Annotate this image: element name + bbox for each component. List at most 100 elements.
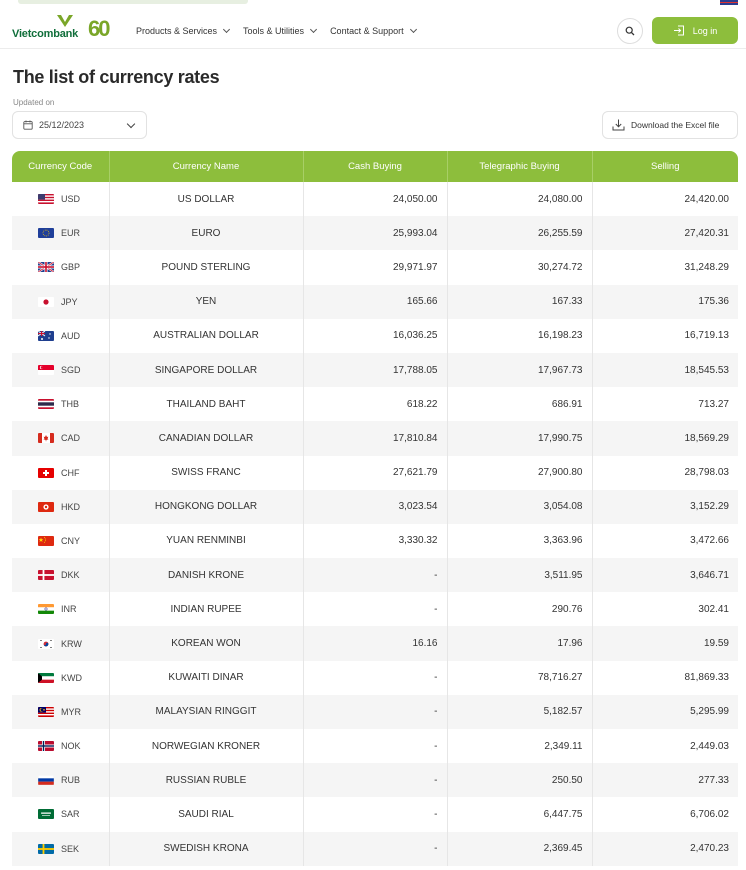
cell-currency-name: SINGAPORE DOLLAR bbox=[109, 352, 304, 388]
cell-cash-buying: 17,788.05 bbox=[303, 352, 448, 388]
cell-currency-code: DKK bbox=[12, 558, 110, 593]
currency-code: KWD bbox=[61, 672, 82, 683]
sek-flag-icon bbox=[38, 843, 54, 854]
top-strip-bar bbox=[18, 0, 248, 4]
cell-selling: 18,569.29 bbox=[592, 421, 738, 456]
table-row: KRW KOREAN WON 16.16 17.96 19.59 bbox=[12, 626, 738, 661]
date-picker[interactable]: 25/12/2023 bbox=[12, 111, 147, 139]
cell-telegraphic-buying: 17,990.75 bbox=[447, 421, 593, 456]
cell-cash-buying: - bbox=[303, 694, 448, 729]
cell-cash-buying: - bbox=[303, 660, 448, 695]
cell-telegraphic-buying: 26,255.59 bbox=[447, 216, 593, 251]
brand-mark-icon bbox=[57, 15, 73, 27]
table-row: USD US DOLLAR 24,050.00 24,080.00 24,420.00 bbox=[12, 182, 738, 217]
nav-item-label: Products & Services bbox=[136, 26, 218, 36]
cny-flag-icon bbox=[38, 535, 54, 546]
eur-flag-icon bbox=[38, 228, 54, 239]
cell-currency-name: YEN bbox=[109, 284, 304, 319]
cell-currency-code: JPY bbox=[12, 284, 110, 319]
anniversary-mark: 60 bbox=[88, 16, 111, 41]
cell-telegraphic-buying: 27,900.80 bbox=[447, 455, 593, 490]
language-flag-icon[interactable] bbox=[720, 0, 738, 5]
cell-selling: 3,646.71 bbox=[592, 558, 738, 593]
table-row: SAR SAUDI RIAL -6,447.75 6,706.02 bbox=[12, 797, 738, 832]
page-title: The list of currency rates bbox=[13, 67, 220, 87]
cell-currency-code: EUR bbox=[12, 216, 110, 251]
cell-currency-code: CHF bbox=[12, 455, 110, 490]
updated-label: Updated on bbox=[13, 98, 55, 107]
currency-code: MYR bbox=[61, 706, 81, 717]
currency-code: JPY bbox=[61, 296, 78, 307]
cell-currency-code: AUD bbox=[12, 318, 110, 353]
brand-name: Vietcombank bbox=[12, 28, 79, 40]
currency-code: GBP bbox=[61, 262, 81, 273]
site-header: Vietcombank 60 Products & Services Tools… bbox=[0, 6, 746, 49]
cell-telegraphic-buying: 78,716.27 bbox=[447, 660, 593, 695]
cell-cash-buying: 165.66 bbox=[303, 284, 448, 319]
thb-flag-icon bbox=[38, 399, 54, 410]
cell-telegraphic-buying: 167.33 bbox=[447, 284, 593, 319]
cell-currency-name: POUND STERLING bbox=[109, 250, 304, 285]
cell-selling: 81,869.33 bbox=[592, 660, 738, 695]
cell-selling: 28,798.03 bbox=[592, 455, 738, 490]
cell-currency-name: INDIAN RUPEE bbox=[109, 592, 304, 627]
cell-currency-code: SAR bbox=[12, 797, 110, 832]
cell-telegraphic-buying: 30,274.72 bbox=[447, 250, 593, 285]
cell-currency-name: HONGKONG DOLLAR bbox=[109, 489, 304, 524]
cell-currency-name: YUAN RENMINBI bbox=[109, 523, 304, 559]
column-header-name: Currency Name bbox=[109, 151, 304, 182]
nav-item-contact[interactable]: Contact & Support bbox=[330, 25, 417, 36]
brand-logo[interactable]: Vietcombank 60 bbox=[12, 14, 117, 44]
date-value: 25/12/2023 bbox=[39, 120, 85, 130]
cell-cash-buying: - bbox=[303, 592, 448, 627]
currency-code: HKD bbox=[61, 501, 81, 512]
currency-rates-table: Currency Code Currency Name Cash Buying … bbox=[12, 151, 738, 866]
myr-flag-icon bbox=[38, 706, 54, 717]
cell-telegraphic-buying: 5,182.57 bbox=[447, 694, 593, 729]
nav-item-label: Contact & Support bbox=[330, 26, 404, 36]
download-excel-button[interactable]: Download the Excel file bbox=[602, 111, 738, 139]
table-row: AUD AUSTRALIAN DOLLAR 16,036.25 16,198.23 16… bbox=[12, 318, 738, 353]
currency-code: SEK bbox=[61, 843, 80, 854]
search-button[interactable] bbox=[617, 18, 643, 44]
cell-selling: 18,545.53 bbox=[592, 352, 738, 388]
login-button[interactable]: Log in bbox=[652, 17, 738, 44]
cell-selling: 2,449.03 bbox=[592, 729, 738, 764]
currency-code: INR bbox=[61, 604, 77, 615]
cell-currency-code: GBP bbox=[12, 250, 110, 285]
cell-selling: 175.36 bbox=[592, 284, 738, 319]
chevron-down-icon bbox=[409, 25, 417, 34]
column-header-cash-buying: Cash Buying bbox=[303, 151, 448, 182]
cell-selling: 277.33 bbox=[592, 763, 738, 798]
cell-telegraphic-buying: 290.76 bbox=[447, 592, 593, 627]
cell-currency-code: USD bbox=[12, 182, 110, 217]
table-header-row: Currency Code Currency Name Cash Buying … bbox=[12, 151, 738, 182]
cell-currency-name: NORWEGIAN KRONER bbox=[109, 729, 304, 764]
table-row: GBP POUND STERLING 29,971.97 30,274.72 31,24… bbox=[12, 250, 738, 285]
table-row: KWD KUWAITI DINAR -78,716.27 81,869.33 bbox=[12, 660, 738, 695]
cell-cash-buying: 3,023.54 bbox=[303, 489, 448, 524]
table-row: SEK SWEDISH KRONA -2,369.45 2,470.23 bbox=[12, 831, 738, 866]
main-nav: Products & Services Tools & Utilities Co… bbox=[136, 25, 417, 36]
cell-cash-buying: - bbox=[303, 558, 448, 593]
nav-item-products[interactable]: Products & Services bbox=[136, 25, 231, 36]
currency-code: THB bbox=[61, 399, 79, 410]
cell-currency-name: CANADIAN DOLLAR bbox=[109, 421, 304, 456]
cell-telegraphic-buying: 6,447.75 bbox=[447, 797, 593, 832]
cell-currency-name: DANISH KRONE bbox=[109, 558, 304, 593]
currency-code: AUD bbox=[61, 330, 81, 341]
cell-selling: 27,420.31 bbox=[592, 216, 738, 251]
table-row: DKK DANISH KRONE -3,511.95 3,646.71 bbox=[12, 558, 738, 593]
nav-item-tools[interactable]: Tools & Utilities bbox=[243, 25, 318, 36]
currency-code: USD bbox=[61, 194, 81, 205]
cell-currency-name: RUSSIAN RUBLE bbox=[109, 763, 304, 798]
cell-telegraphic-buying: 2,349.11 bbox=[447, 729, 593, 764]
table-row: CHF SWISS FRANC 27,621.79 27,900.80 28,798.0… bbox=[12, 455, 738, 490]
table-row: RUB RUSSIAN RUBLE -250.50 277.33 bbox=[12, 763, 738, 798]
cell-telegraphic-buying: 3,363.96 bbox=[447, 523, 593, 559]
cell-cash-buying: 16.16 bbox=[303, 626, 448, 661]
cell-telegraphic-buying: 24,080.00 bbox=[447, 182, 593, 217]
cell-cash-buying: 24,050.00 bbox=[303, 182, 448, 217]
chf-flag-icon bbox=[38, 467, 54, 478]
chevron-down-icon bbox=[126, 119, 136, 129]
